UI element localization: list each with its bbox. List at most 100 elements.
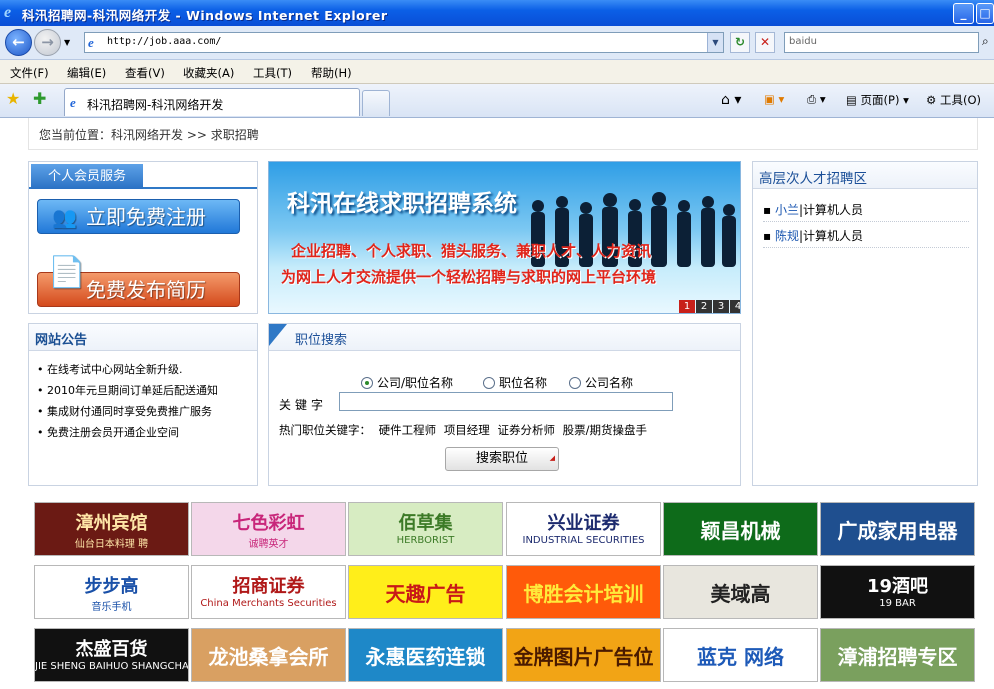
banner-page-2[interactable]: 2 — [696, 300, 712, 313]
partner-logo[interactable]: 佰草集 HERBORIST — [348, 502, 503, 556]
new-tab-button[interactable] — [362, 90, 390, 116]
partner-logo[interactable]: 金牌图片广告位 — [506, 628, 661, 682]
candidate-name[interactable]: 陈规 — [775, 229, 799, 243]
list-item[interactable]: ▪ 陈规|计算机人员 — [763, 222, 969, 248]
partner-logo-text: 广成家用电器 — [837, 519, 958, 543]
corner-icon — [269, 324, 287, 346]
notice-item[interactable]: • 免费注册会员开通企业空间 — [37, 424, 179, 440]
tools-menu[interactable]: ⚙ 工具(O) — [926, 92, 981, 108]
partner-logo[interactable]: 龙池桑拿会所 — [191, 628, 346, 682]
partner-logo[interactable]: 七色彩虹 诚聘英才 — [191, 502, 346, 556]
partner-logo-text: 漳浦招聘专区 — [837, 645, 958, 669]
notice-item[interactable]: • 2010年元旦期间订单延后配送通知 — [37, 382, 218, 398]
hot-keywords: 热门职位关键字： 硬件工程师 项目经理 证券分析师 股票/期货操盘手 — [279, 422, 647, 438]
post-resume-button[interactable]: 📄 免费发布简历 — [37, 255, 240, 307]
maximize-button[interactable]: □ — [976, 3, 994, 24]
partner-logo[interactable]: 广成家用电器 — [820, 502, 975, 556]
partner-logo[interactable]: 蓝克 网络 — [663, 628, 818, 682]
partner-logo-subtext: HERBORIST — [396, 535, 455, 546]
partner-logo[interactable]: 19酒吧 19 BAR — [820, 565, 975, 619]
page-menu[interactable]: ▤ 页面(P) ▾ — [846, 92, 909, 108]
search-input[interactable]: baidu — [784, 32, 979, 53]
search-jobs-button[interactable]: 搜索职位 ◢ — [445, 447, 559, 471]
stop-icon[interactable]: ✕ — [755, 32, 775, 53]
job-search-title-text: 职位搜索 — [295, 333, 348, 348]
partner-logo[interactable]: 美域高 — [663, 565, 818, 619]
partner-logo[interactable]: 兴业证券 INDUSTRIAL SECURITIES — [506, 502, 661, 556]
banner-page-1[interactable]: 1 — [679, 300, 695, 313]
partner-logo-text: 步步高 — [84, 576, 139, 597]
history-dropdown-icon[interactable]: ▼ — [64, 38, 70, 47]
partner-logo[interactable]: 杰盛百货 JIE SHENG BAIHUO SHANGCHANG — [34, 628, 189, 682]
banner-page-4[interactable]: 4 — [730, 300, 740, 313]
notice-item-text: 在线考试中心网站全新升级. — [47, 363, 183, 376]
radio-job[interactable]: 职位名称 — [483, 374, 547, 391]
ie-logo-icon: e — [4, 4, 12, 21]
tab-current[interactable]: e 科汛招聘网-科汛网络开发 — [64, 88, 360, 116]
radio-company-job[interactable]: 公司/职位名称 — [361, 374, 453, 391]
notice-item[interactable]: • 集成财付通同时享受免费推广服务 — [37, 403, 212, 419]
partner-logo[interactable]: 颖昌机械 — [663, 502, 818, 556]
partner-logo-text: 佰草集 — [398, 513, 453, 534]
back-icon[interactable]: ← — [5, 29, 32, 56]
minimize-button[interactable]: _ — [953, 3, 974, 24]
notice-item-text: 2010年元旦期间订单延后配送通知 — [47, 384, 218, 397]
partner-logo-text: 招商证券 — [232, 576, 305, 597]
keyword-label: 关键字 — [279, 398, 328, 412]
banner[interactable]: 科汛在线求职招聘系统 企业招聘、个人求职、猎头服务、兼职人才、人力资讯 为网上人… — [268, 161, 741, 314]
forward-icon[interactable]: → — [34, 29, 61, 56]
partner-logo-subtext: 诚聘英才 — [248, 539, 289, 550]
radio-company[interactable]: 公司名称 — [569, 374, 633, 391]
candidate-job: |计算机人员 — [798, 229, 864, 243]
home-icon[interactable]: ⌂ ▾ — [721, 92, 741, 108]
notice-item-text: 集成财付通同时享受免费推广服务 — [47, 405, 212, 418]
address-input[interactable]: e http://job.aaa.com/ ▼ — [84, 32, 724, 53]
post-resume-label: 免费发布简历 — [86, 278, 206, 302]
partner-logo[interactable]: 漳州宾馆 仙台日本料理 聘 — [34, 502, 189, 556]
hot-keyword-link[interactable]: 股票/期货操盘手 — [563, 423, 647, 437]
candidate-name[interactable]: 小兰 — [775, 203, 799, 217]
member-panel-title: 个人会员服务 — [31, 164, 143, 189]
page-icon-small: ▤ — [846, 93, 857, 107]
banner-page-3[interactable]: 3 — [713, 300, 729, 313]
favorites-star-icon[interactable]: ★ — [6, 89, 20, 108]
hot-keywords-label: 热门职位关键字： — [279, 423, 371, 437]
menu-view[interactable]: 查看(V) — [125, 65, 165, 81]
hot-keyword-link[interactable]: 项目经理 — [444, 423, 490, 437]
partner-logo-text: 博胜会计培训 — [523, 582, 644, 606]
partner-logo-text: 龙池桑拿会所 — [208, 645, 329, 669]
hot-keyword-link[interactable]: 硬件工程师 — [379, 423, 437, 437]
partner-logo-text: 兴业证券 — [547, 513, 620, 534]
print-icon[interactable]: ⎙ ▾ — [807, 92, 826, 107]
menu-tools[interactable]: 工具(T) — [253, 65, 292, 81]
add-favorite-icon[interactable]: ✚ — [33, 89, 46, 108]
partner-logo[interactable]: 天趣广告 — [348, 565, 503, 619]
notice-item-text: 免费注册会员开通企业空间 — [47, 426, 179, 439]
partner-logo-subtext: 音乐手机 — [91, 602, 132, 613]
search-icon[interactable]: ⌕ — [982, 34, 989, 49]
register-button[interactable]: 👥 立即免费注册 — [37, 199, 240, 234]
list-item[interactable]: ▪ 小兰|计算机人员 — [763, 196, 969, 222]
partner-logo[interactable]: 博胜会计培训 — [506, 565, 661, 619]
member-panel: 个人会员服务 👥 立即免费注册 📄 免费发布简历 — [28, 161, 258, 314]
candidate-job: |计算机人员 — [798, 203, 864, 217]
search-jobs-label: 搜索职位 — [475, 451, 528, 466]
partner-logo[interactable]: 永惠医药连锁 — [348, 628, 503, 682]
partner-logo-text: 金牌图片广告位 — [513, 645, 654, 669]
partner-logo[interactable]: 招商证券 China Merchants Securities — [191, 565, 346, 619]
partner-logo[interactable]: 漳浦招聘专区 — [820, 628, 975, 682]
feeds-icon[interactable]: ▣ ▾ — [764, 92, 784, 106]
menu-help[interactable]: 帮助(H) — [311, 65, 352, 81]
menu-favorites[interactable]: 收藏夹(A) — [183, 65, 234, 81]
notice-item[interactable]: • 在线考试中心网站全新升级. — [37, 361, 183, 377]
radio-label: 职位名称 — [499, 376, 548, 390]
address-dropdown-icon[interactable]: ▼ — [707, 33, 723, 52]
radio-label: 公司/职位名称 — [377, 376, 454, 390]
partner-logo[interactable]: 步步高 音乐手机 — [34, 565, 189, 619]
refresh-icon[interactable]: ↻ — [730, 32, 750, 53]
keyword-input[interactable] — [339, 392, 673, 411]
menu-edit[interactable]: 编辑(E) — [67, 65, 106, 81]
hot-keyword-link[interactable]: 证券分析师 — [497, 423, 555, 437]
banner-headline: 科汛在线求职招聘系统 — [287, 191, 517, 217]
menu-file[interactable]: 文件(F) — [10, 65, 49, 81]
